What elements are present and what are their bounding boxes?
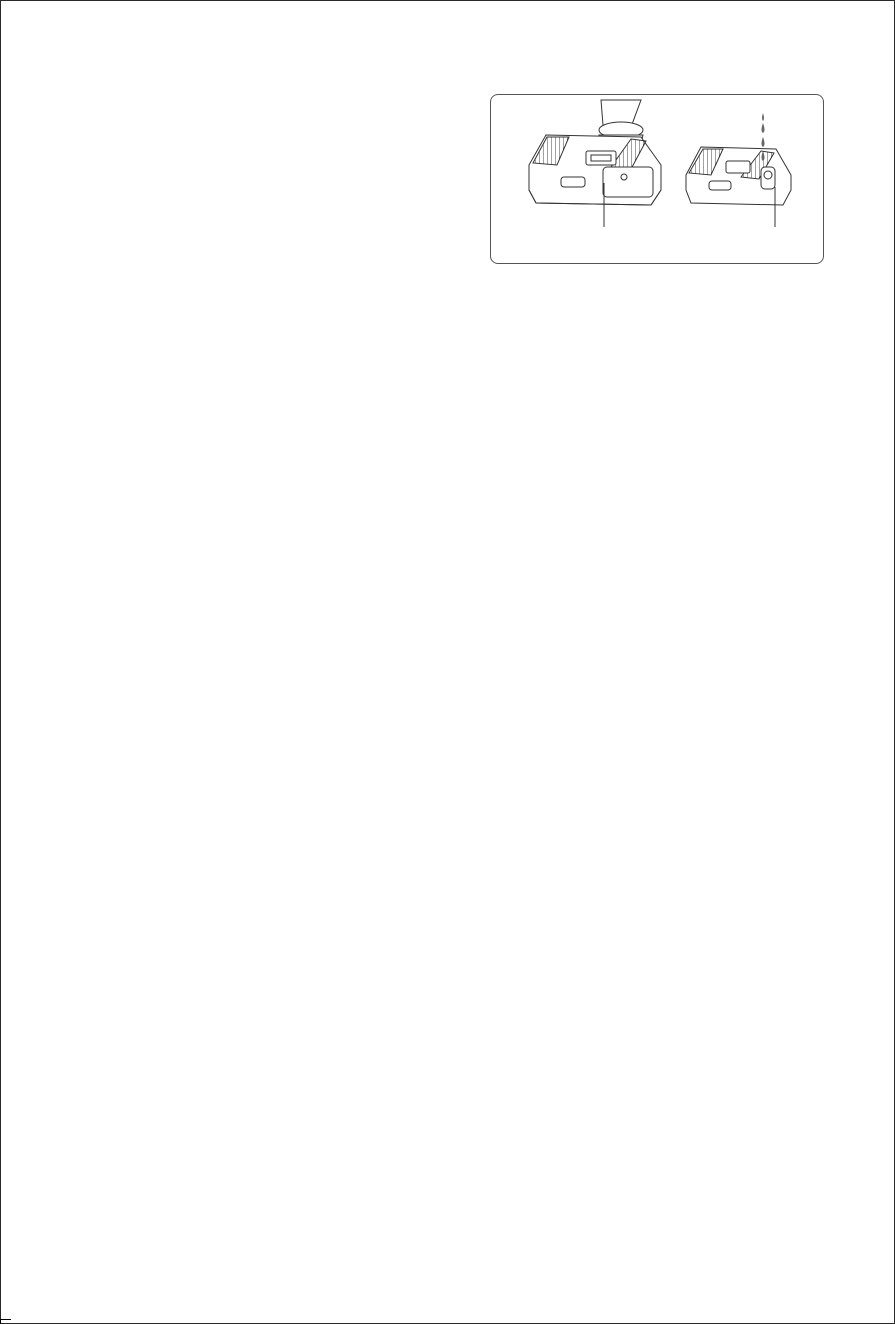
floor-nozzle-attached-icon [528, 99, 662, 227]
crop-mark [0, 1319, 11, 1324]
illustration-canvas [528, 99, 792, 227]
figure-box [490, 94, 824, 264]
floor-nozzle-water-icon [685, 146, 792, 227]
